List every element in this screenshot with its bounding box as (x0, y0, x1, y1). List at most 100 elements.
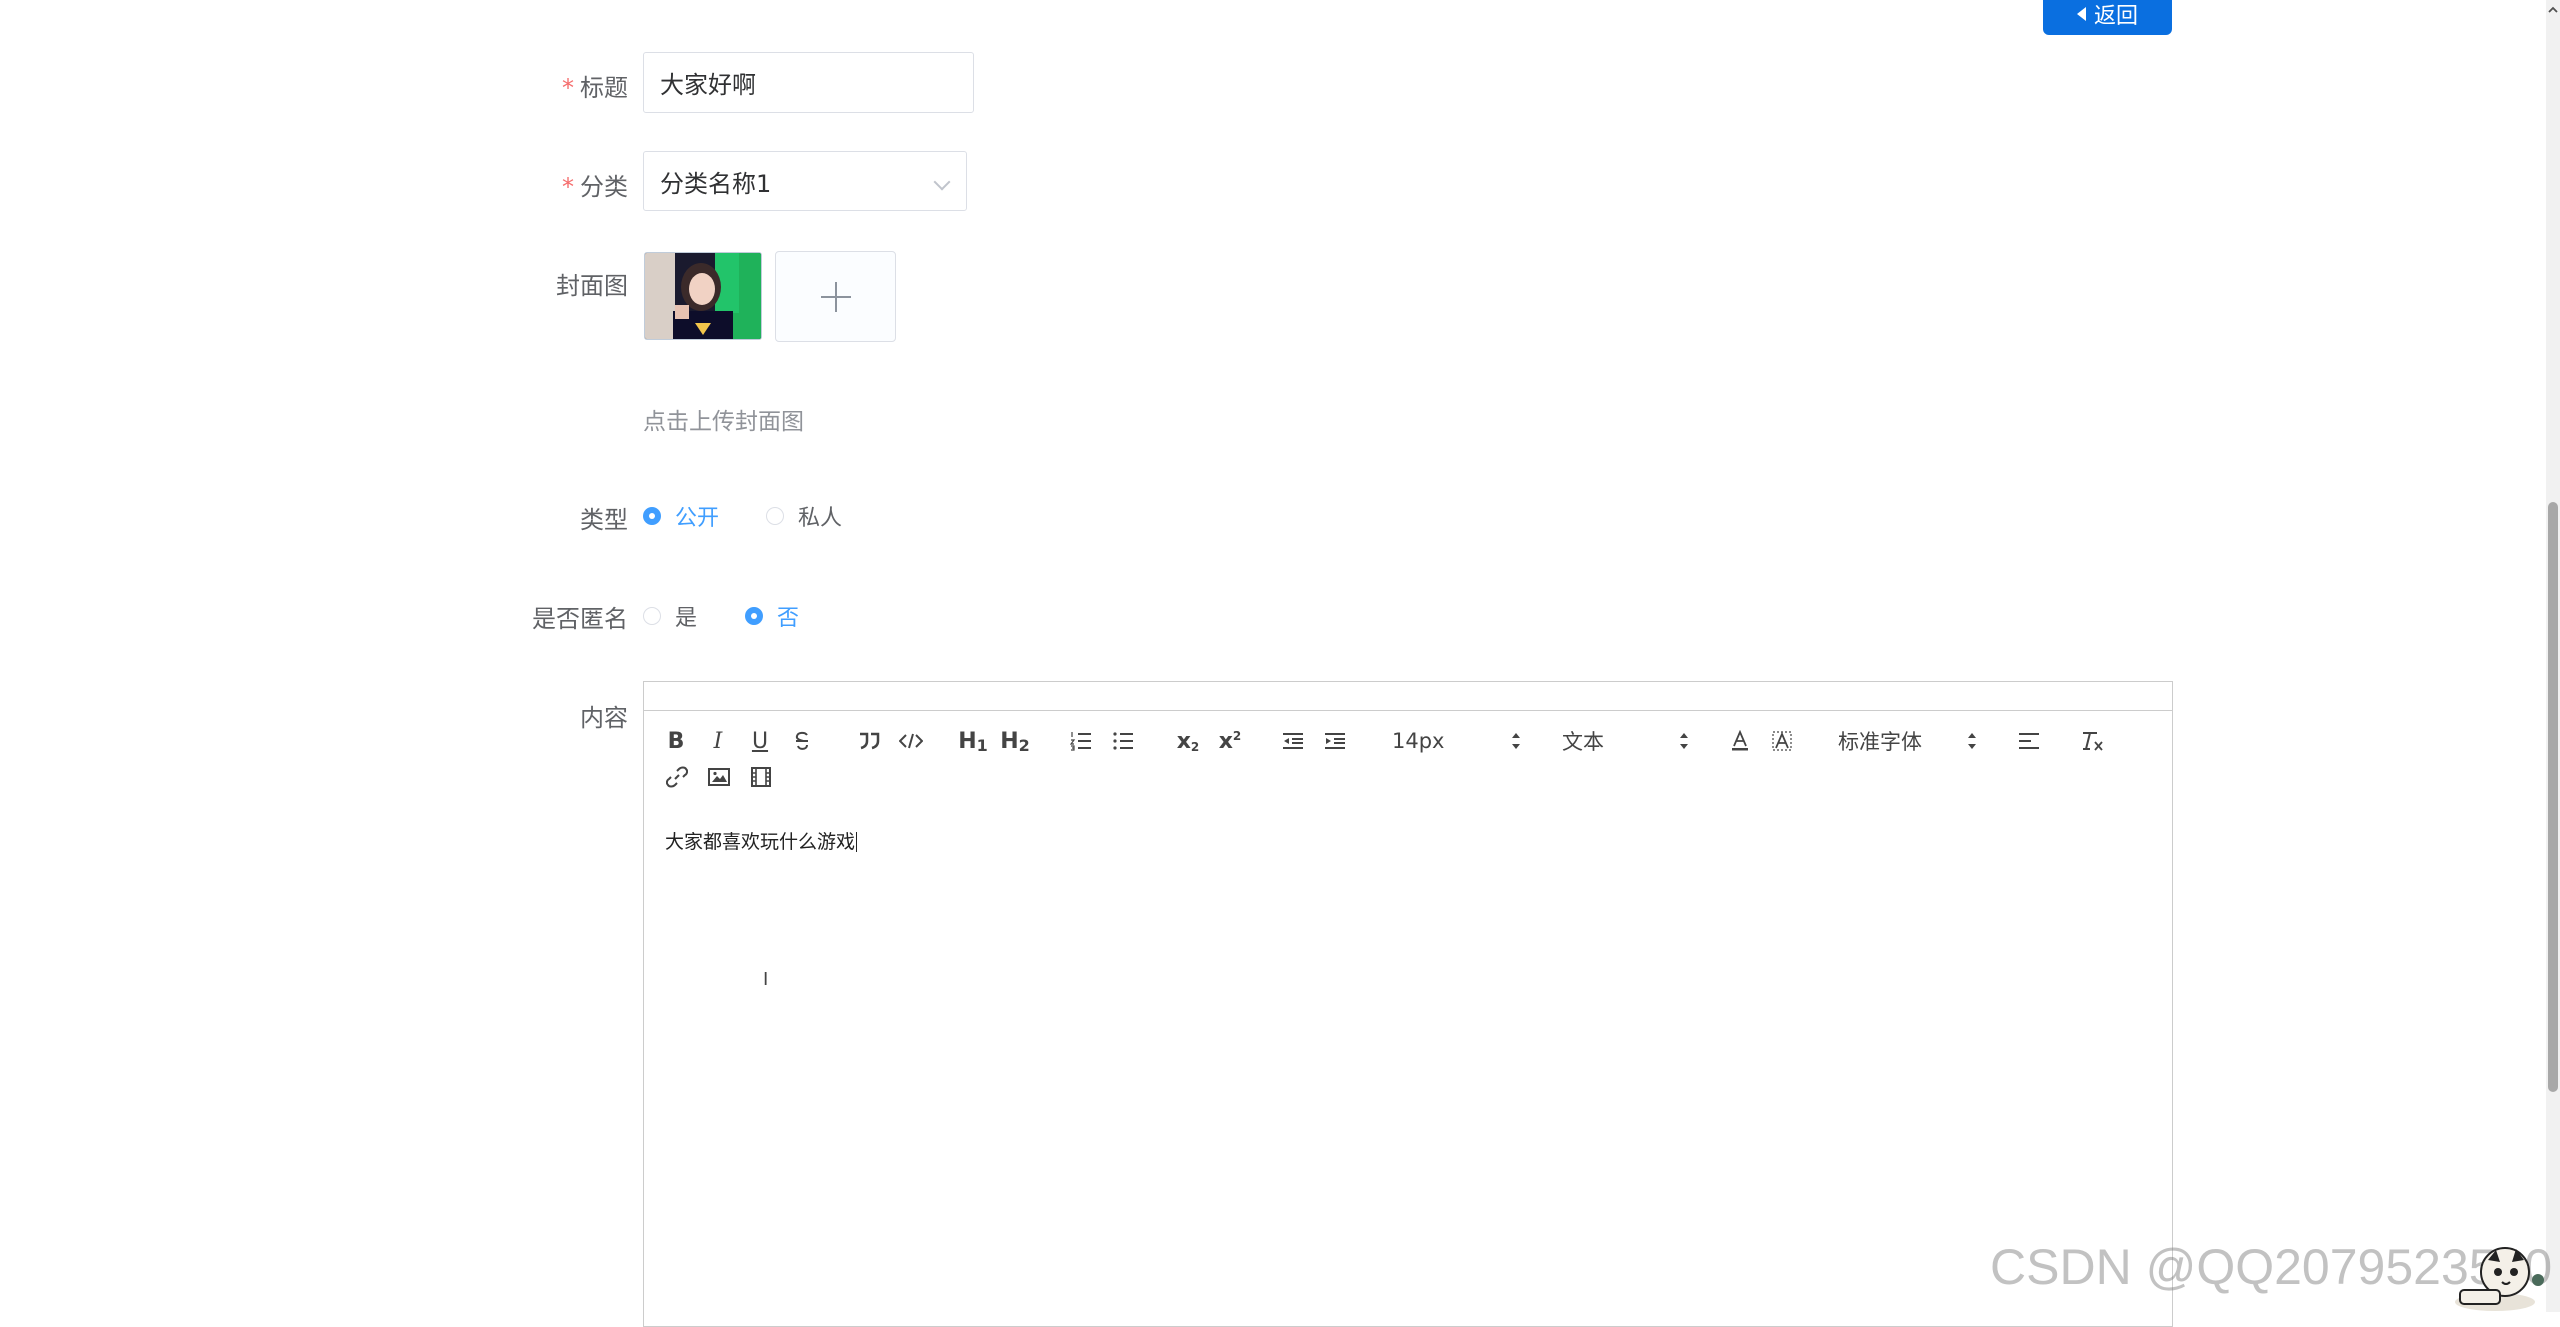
radio-label: 否 (777, 606, 800, 631)
cover-thumbnail[interactable] (644, 252, 762, 340)
content-label-text: 内容 (580, 704, 628, 732)
type-radio-private[interactable]: 私人 (766, 500, 842, 532)
strike-button[interactable] (790, 727, 814, 755)
mouse-cursor-ibeam-icon: I (763, 969, 769, 990)
superscript-icon-mark: 2 (1232, 729, 1242, 743)
anonymous-label: 是否匿名 (532, 599, 628, 634)
underline-icon: U (751, 728, 769, 754)
clean-format-button[interactable] (2080, 727, 2106, 755)
content-label: 内容 (580, 698, 628, 733)
image-button[interactable] (706, 763, 732, 791)
size-picker[interactable]: 14px (1392, 727, 1520, 755)
bullet-list-button[interactable] (1110, 727, 1136, 755)
radio-label: 私人 (798, 506, 843, 531)
cover-photo-icon (645, 253, 761, 339)
radio-unchecked-icon (643, 607, 661, 625)
indent-button[interactable] (1322, 727, 1348, 755)
radio-unchecked-icon (766, 507, 784, 525)
quote-icon (860, 732, 880, 750)
align-left-icon (2019, 733, 2039, 749)
font-picker[interactable]: 标准字体 (1838, 727, 1976, 755)
picker-arrows-icon (1968, 733, 1976, 749)
mascot-icon (2455, 1247, 2544, 1311)
bold-button[interactable]: B (664, 727, 688, 755)
blockquote-button[interactable] (856, 727, 882, 755)
type-radio-public[interactable]: 公开 (643, 500, 719, 532)
align-button[interactable] (2016, 727, 2042, 755)
image-icon (708, 768, 730, 786)
strikethrough-icon (795, 731, 808, 750)
category-label: * 分类 (562, 167, 628, 202)
editor-content[interactable]: 大家都喜欢玩什么游戏 (665, 827, 858, 854)
h1-icon-num: 1 (976, 735, 988, 755)
h2-icon: H (1000, 728, 1019, 754)
editor-toolbar: B I U H1 H2 x2 x 2 14px 文本 标准字体 (643, 710, 2173, 808)
subscript-icon: x (1176, 728, 1191, 754)
editor-paragraph: 大家都喜欢玩什么游戏 (665, 831, 856, 853)
radio-checked-icon (745, 607, 763, 625)
underline-button[interactable]: U (748, 727, 772, 755)
text-color-button[interactable] (1728, 727, 1752, 755)
scrollbar-thumb[interactable] (2548, 502, 2558, 1092)
type-label: 类型 (580, 500, 628, 535)
indent-icon (1325, 733, 1345, 749)
back-button-label: 返回 (2093, 3, 2138, 29)
editor-body[interactable] (643, 807, 2173, 1327)
outdent-button[interactable] (1280, 727, 1306, 755)
anonymous-radio-yes[interactable]: 是 (643, 600, 697, 632)
upload-add-button[interactable] (775, 251, 896, 342)
font-color-icon (1732, 730, 1748, 751)
ordered-list-button[interactable] (1068, 727, 1094, 755)
size-picker-label: 14px (1392, 729, 1445, 753)
video-button[interactable] (748, 763, 774, 791)
anonymous-radio-no[interactable]: 否 (745, 600, 799, 632)
back-button[interactable]: 返回 (2043, 0, 2172, 35)
bold-icon: B (667, 728, 685, 754)
title-input[interactable]: 大家好啊 (643, 52, 974, 113)
radio-checked-icon (643, 507, 661, 525)
code-button[interactable] (898, 727, 924, 755)
cover-label-text: 封面图 (556, 272, 628, 300)
header-picker[interactable]: 文本 (1562, 727, 1688, 755)
cover-hint: 点击上传封面图 (643, 409, 804, 435)
background-color-icon (1772, 731, 1792, 751)
superscript-button[interactable]: x2 (1216, 727, 1244, 755)
code-icon (899, 733, 923, 749)
radio-label: 是 (675, 606, 698, 631)
superscript-icon: x (1218, 728, 1233, 754)
background-color-button[interactable] (1770, 727, 1794, 755)
category-select-value: 分类名称1 (660, 169, 772, 198)
h2-button[interactable]: H2 (1000, 727, 1030, 755)
caret-left-icon (2076, 6, 2086, 21)
picker-arrows-icon (1512, 733, 1520, 749)
ordered-list-icon (1070, 732, 1091, 751)
category-label-text: 分类 (580, 173, 628, 201)
link-button[interactable] (664, 763, 690, 791)
h1-button[interactable]: H1 (958, 727, 988, 755)
editor-top-strip (643, 681, 2173, 711)
video-icon (751, 767, 771, 787)
bullet-list-icon (1113, 732, 1133, 750)
category-select[interactable]: 分类名称1 (643, 151, 967, 211)
title-label-text: 标题 (580, 74, 628, 102)
scroll-up-icon[interactable] (2547, 4, 2559, 16)
type-label-text: 类型 (580, 506, 628, 534)
required-mark: * (562, 74, 574, 102)
outdent-icon (1283, 733, 1303, 749)
chevron-down-icon (933, 173, 951, 191)
link-icon (666, 766, 688, 788)
picker-arrows-icon (1680, 733, 1688, 749)
radio-label: 公开 (675, 506, 720, 531)
cover-label: 封面图 (556, 266, 628, 301)
font-picker-label: 标准字体 (1838, 730, 1922, 754)
subscript-button[interactable]: x2 (1174, 727, 1202, 755)
subscript-icon-mark: 2 (1190, 740, 1200, 754)
italic-button[interactable]: I (706, 727, 730, 755)
header-picker-label: 文本 (1562, 730, 1604, 754)
anonymous-label-text: 是否匿名 (532, 605, 628, 633)
italic-icon: I (713, 728, 723, 754)
clear-format-icon (2083, 732, 2103, 751)
required-mark: * (562, 173, 574, 201)
title-input-value: 大家好啊 (660, 71, 756, 99)
title-label: * 标题 (562, 68, 628, 103)
